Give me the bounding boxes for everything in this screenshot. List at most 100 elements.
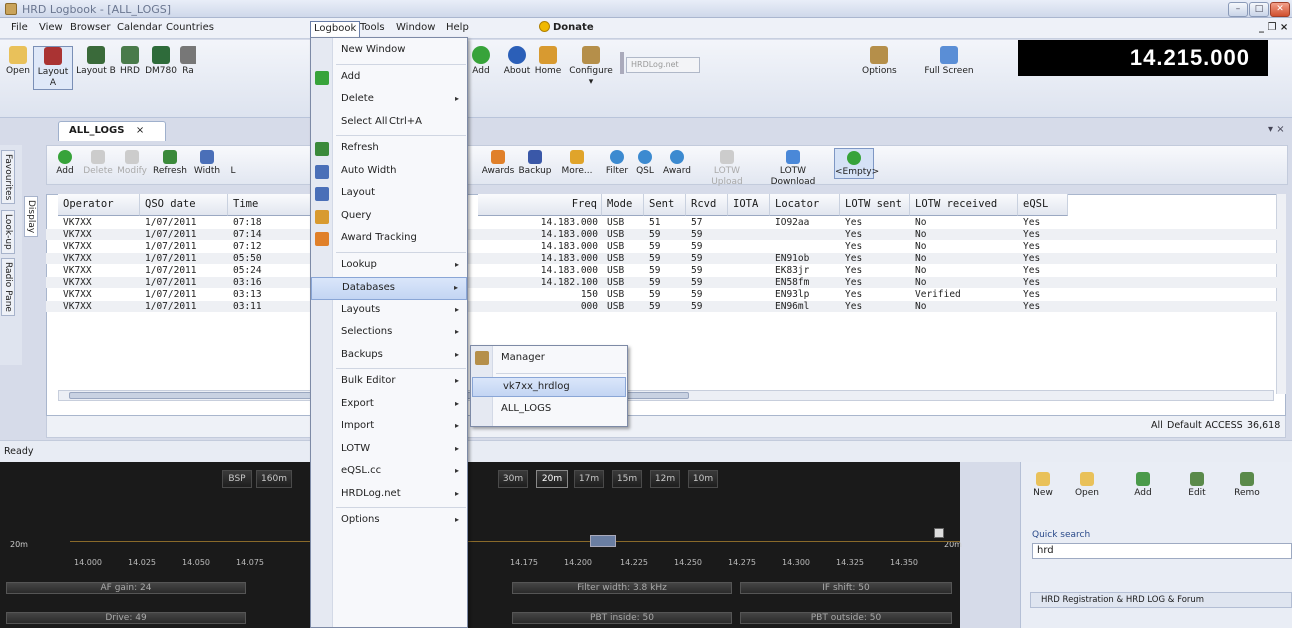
band-15m-button[interactable]: 15m [612,470,642,488]
menu-calendar[interactable]: Calendar [114,21,165,37]
table-row[interactable]: VK7XX 1/07/2011 05:24 14.183.000 USB 59 59 EK83… [46,265,1286,276]
menu-tools[interactable]: Tools [357,21,388,37]
col-header-iota[interactable]: IOTA [728,194,770,216]
logbook-menu-item-lotw[interactable]: LOTW ▸ [311,439,467,462]
submenu-vk7xx-hrdlog[interactable]: vk7xx_hrdlog [472,377,626,397]
table-row[interactable]: VK7XX 1/07/2011 07:14 14.183.000 USB 59 59 Yes N… [46,229,1286,240]
hrd-registration-link[interactable]: HRD Registration & HRD LOG & Forum [1030,592,1292,608]
open-button[interactable]: Open [4,46,32,77]
display-tab[interactable]: Display [24,196,38,238]
add-toolbar-button[interactable]: Add [470,46,492,77]
pbt-inside-slider[interactable]: PBT inside: 50 [512,612,732,624]
logbook-menu-item-selections[interactable]: Selections ▸ [311,322,467,345]
options-button[interactable]: Options [862,46,897,77]
band-12m-button[interactable]: 12m [650,470,680,488]
table-row[interactable]: VK7XX 1/07/2011 07:18 14.183.000 USB 51 57 IO92… [46,217,1286,228]
col-header-lotw-received[interactable]: LOTW received [910,194,1018,216]
configure-button[interactable]: Configure ▾ [566,46,616,88]
add-record-button[interactable]: Add [52,150,78,177]
home-button[interactable]: Home [533,46,563,77]
filter-width-slider[interactable]: Filter width: 3.8 kHz [512,582,732,594]
col-header-mode[interactable]: Mode [602,194,644,216]
modify-record-button[interactable]: Modify [116,150,148,177]
col-header-time[interactable]: Time [228,194,314,216]
award-filter-button[interactable]: Award [660,150,694,177]
table-row[interactable]: VK7XX 1/07/2011 03:11 000 USB 59 59 EN96ml Yes No… [46,301,1286,312]
col-header-rcvd[interactable]: Rcvd [686,194,728,216]
submenu-manager[interactable]: Manager [471,348,627,370]
lotw-download-button[interactable]: LOTW Download [758,150,828,188]
quick-search-input[interactable]: hrd [1032,543,1292,559]
filter-button[interactable]: Filter [603,150,631,177]
full-screen-button[interactable]: Full Screen [922,46,976,77]
panel-add-button[interactable]: Add [1130,472,1156,499]
band-17m-button[interactable]: 17m [574,470,604,488]
qsl-button[interactable]: QSL [634,150,656,177]
pbt-outside-slider[interactable]: PBT outside: 50 [740,612,952,624]
menu-donate[interactable]: Donate [536,21,597,37]
layout-button[interactable]: L [226,150,240,177]
menu-browser[interactable]: Browser [67,21,114,37]
logbook-menu-item-layouts[interactable]: Layouts ▸ [311,300,467,323]
logbook-menu-item-delete[interactable]: Delete ▸ [311,89,467,112]
if-shift-slider[interactable]: IF shift: 50 [740,582,952,594]
col-header-freq[interactable]: Freq [478,194,602,216]
menu-window[interactable]: Window [393,21,438,37]
awards-button[interactable]: Awards [480,150,516,177]
logbook-menu-item-auto-width[interactable]: Auto Width [311,161,467,184]
logbook-menu-item-add[interactable]: Add [311,67,467,90]
menu-help[interactable]: Help [443,21,472,37]
mdi-controls[interactable]: _ ❐ × [1256,21,1291,37]
panel-new-button[interactable]: New [1030,472,1056,499]
side-tab-favourites[interactable]: Favourites [1,150,15,205]
submenu-all-logs[interactable]: ALL_LOGS [471,400,627,420]
band-10m-button[interactable]: 10m [688,470,718,488]
panel-open-button[interactable]: Open [1072,472,1102,499]
logbook-menu-item-award-tracking[interactable]: Award Tracking [311,228,467,251]
minimize-button[interactable]: – [1228,2,1248,17]
tab-close-icon[interactable]: × [136,125,144,136]
band-20m-button[interactable]: 20m [536,470,568,488]
dm780-button[interactable]: DM780 [144,46,178,77]
menu-countries[interactable]: Countries [163,21,217,37]
scope-corner-marker[interactable] [934,528,944,538]
empty-filter-button[interactable]: <Empty> [834,148,879,179]
col-header-qso-date[interactable]: QSO date [140,194,228,216]
col-header-lotw-sent[interactable]: LOTW sent [840,194,910,216]
logbook-menu-item-hrdlog-net[interactable]: HRDLog.net ▸ [311,484,467,507]
logbook-menu-item-new-window[interactable]: New Window [311,40,467,63]
hrd-button[interactable]: HRD [117,46,143,77]
grid-horizontal-scrollbar[interactable] [58,390,1274,401]
close-button[interactable]: ✕ [1270,2,1290,17]
col-header-operator[interactable]: Operator [58,194,140,216]
about-button[interactable]: About [501,46,533,77]
frequency-marker[interactable] [590,535,616,547]
logbook-menu-item-eqsl-cc[interactable]: eQSL.cc ▸ [311,461,467,484]
hrdlog-net-combo[interactable]: HRDLog.net [626,57,700,73]
width-button[interactable]: Width [192,150,222,177]
band-160m-button[interactable]: 160m [256,470,292,488]
panel-remove-button[interactable]: Remo [1232,472,1262,499]
more-button[interactable]: More... [556,150,598,177]
side-tab-lookup[interactable]: Look-up [1,210,15,254]
refresh-button[interactable]: Refresh [152,150,188,177]
logbook-menu-item-backups[interactable]: Backups ▸ [311,345,467,368]
maximize-button[interactable]: □ [1249,2,1269,17]
col-header-eqsl[interactable]: eQSL [1018,194,1068,216]
col-header-sent[interactable]: Sent [644,194,686,216]
logbook-menu-item-options[interactable]: Options ▸ [311,510,467,533]
logbook-menu-item-import[interactable]: Import ▸ [311,416,467,439]
menu-view[interactable]: View [36,21,66,37]
logbook-menu-item-databases[interactable]: Databases ▸ [311,277,467,300]
drive-slider[interactable]: Drive: 49 [6,612,246,624]
logbook-menu-item-query[interactable]: Query [311,206,467,229]
logbook-menu-item-select-all[interactable]: Select All Ctrl+A [311,112,467,135]
delete-record-button[interactable]: Delete [82,150,114,177]
side-tab-radio-pane[interactable]: Radio Pane [1,258,15,316]
backup-button[interactable]: Backup [518,150,552,177]
layout-b-button[interactable]: Layout B [76,46,116,77]
table-row[interactable]: VK7XX 1/07/2011 03:16 14.182.100 USB 59 59 EN58… [46,277,1286,288]
bsp-button[interactable]: BSP [222,470,252,488]
band-30m-button[interactable]: 30m [498,470,528,488]
logbook-menu-item-export[interactable]: Export ▸ [311,394,467,417]
